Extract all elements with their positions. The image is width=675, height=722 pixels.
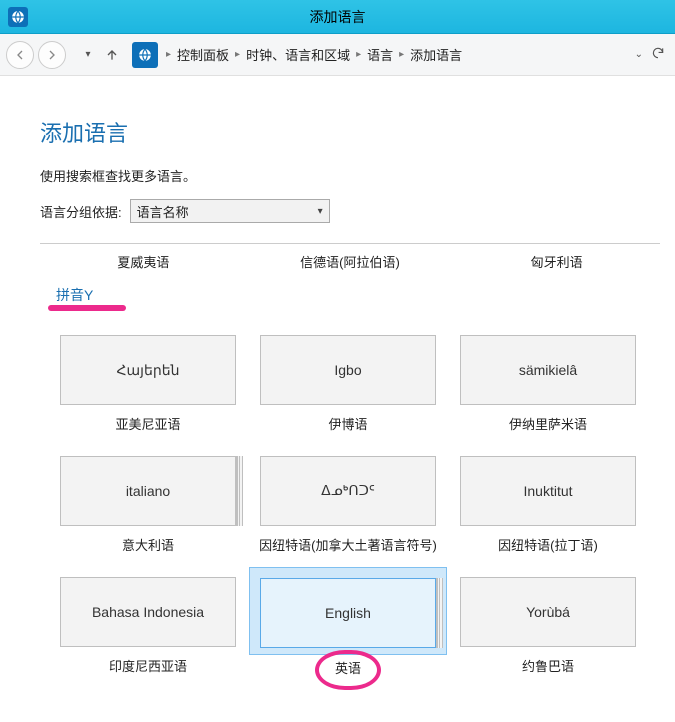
refresh-icon[interactable]: [651, 46, 665, 63]
group-by-value: 语言名称: [137, 202, 189, 221]
language-tile-yoruba[interactable]: Yorùbá 约鲁巴语: [448, 567, 648, 678]
breadcrumb-item[interactable]: 时钟、语言和区域: [246, 45, 350, 64]
group-by-select[interactable]: 语言名称 ▾: [130, 199, 330, 223]
annotation-underline: [48, 305, 126, 311]
back-button[interactable]: [6, 41, 34, 69]
breadcrumb-item[interactable]: 添加语言: [410, 45, 462, 64]
tile-label: 印度尼西亚语: [109, 659, 187, 676]
tile-native: Inuktitut: [460, 456, 636, 526]
chevron-down-icon: ▾: [318, 206, 323, 217]
language-tile-inuktitut-syllabics[interactable]: ᐃᓄᒃᑎᑐᑦ 因纽特语(加拿大土著语言符号): [248, 446, 448, 555]
tile-label: 因纽特语(加拿大土著语言符号): [259, 538, 437, 555]
nav-bar: ▾ ▸ 控制面板 ▸ 时钟、语言和区域 ▸ 语言 ▸ 添加语言 ⌄: [0, 34, 675, 76]
chevron-right-icon: ▸: [235, 49, 240, 60]
group-by-label: 语言分组依据:: [40, 202, 122, 221]
tile-label: 约鲁巴语: [522, 659, 574, 676]
breadcrumb-item[interactable]: 语言: [367, 45, 393, 64]
previous-group-row: 夏威夷语 信德语(阿拉伯语) 匈牙利语: [40, 244, 660, 281]
tile-native: sämikielâ: [460, 335, 636, 405]
language-tiles: Հայերեն 亚美尼亚语 Igbo 伊博语 sämikielâ 伊纳里萨米语 …: [40, 317, 660, 690]
language-tile-indonesian[interactable]: Bahasa Indonesia 印度尼西亚语: [48, 567, 248, 678]
tile-label: 伊纳里萨米语: [509, 417, 587, 434]
tile-native: English: [260, 578, 436, 648]
tile-label: 亚美尼亚语: [115, 417, 180, 434]
language-tile-armenian[interactable]: Հայերեն 亚美尼亚语: [48, 325, 248, 434]
address-icon: [132, 42, 158, 68]
tile-native: Igbo: [260, 335, 436, 405]
content-pane: 添加语言 使用搜索框查找更多语言。 语言分组依据: 语言名称 ▾ 夏威夷语 信德…: [0, 76, 675, 690]
tile-native: Bahasa Indonesia: [60, 577, 236, 647]
tile-label: 英语: [335, 661, 361, 678]
tile-label: 伊博语: [328, 417, 367, 434]
up-button[interactable]: [100, 43, 124, 67]
tile-native: ᐃᓄᒃᑎᑐᑦ: [260, 456, 436, 526]
group-by-row: 语言分组依据: 语言名称 ▾: [40, 199, 675, 223]
language-tile-inari-sami[interactable]: sämikielâ 伊纳里萨米语: [448, 325, 648, 434]
page-title: 添加语言: [40, 116, 675, 148]
language-label: 匈牙利语: [453, 252, 660, 271]
chevron-right-icon: ▸: [356, 49, 361, 60]
breadcrumb[interactable]: ▸ 控制面板 ▸ 时钟、语言和区域 ▸ 语言 ▸ 添加语言: [166, 45, 631, 64]
window-title: 添加语言: [0, 7, 675, 27]
language-list: 夏威夷语 信德语(阿拉伯语) 匈牙利语 拼音Y Հայերեն 亚美尼亚语 Ig…: [40, 243, 660, 690]
language-tile-english[interactable]: English 英语: [248, 567, 448, 678]
group-heading: 拼音Y: [56, 285, 93, 305]
tile-label: 因纽特语(拉丁语): [498, 538, 598, 555]
language-tile-italian[interactable]: italiano 意大利语: [48, 446, 248, 555]
language-label: 夏威夷语: [40, 252, 247, 271]
title-bar: 添加语言: [0, 0, 675, 34]
chevron-right-icon: ▸: [399, 49, 404, 60]
tile-native: italiano: [60, 456, 236, 526]
refresh-dropdown-icon[interactable]: ⌄: [635, 49, 643, 60]
language-tile-inuktitut-latin[interactable]: Inuktitut 因纽特语(拉丁语): [448, 446, 648, 555]
tile-label: 意大利语: [122, 538, 174, 555]
language-label: 信德语(阿拉伯语): [247, 252, 454, 271]
tile-native: Yorùbá: [460, 577, 636, 647]
language-tile-igbo[interactable]: Igbo 伊博语: [248, 325, 448, 434]
page-subtitle: 使用搜索框查找更多语言。: [40, 166, 675, 185]
forward-button[interactable]: [38, 41, 66, 69]
breadcrumb-item[interactable]: 控制面板: [177, 45, 229, 64]
tile-native: Հայերեն: [60, 335, 236, 405]
recent-dropdown-icon[interactable]: ▾: [80, 49, 96, 60]
chevron-right-icon: ▸: [166, 49, 171, 60]
